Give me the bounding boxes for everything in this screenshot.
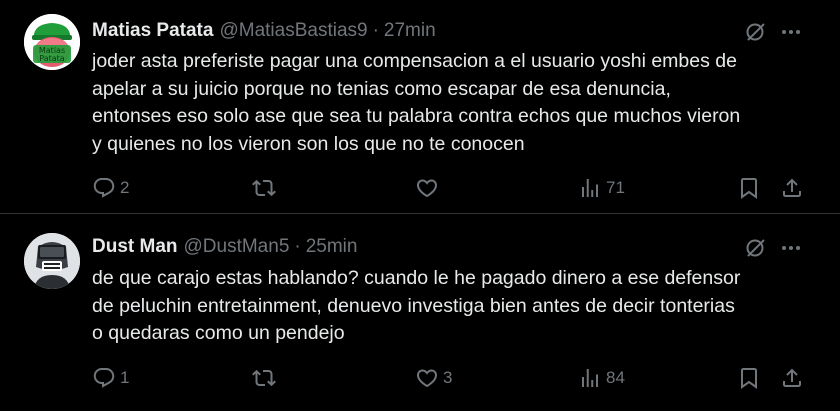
tweet-text-line: de que carajo estas hablando? cuando le …: [92, 267, 741, 289]
like-icon: [416, 369, 438, 388]
reply-icon: [93, 178, 115, 198]
display-name[interactable]: Dust Man: [92, 236, 178, 258]
views-count: 71: [606, 178, 625, 197]
views-icon: [582, 179, 598, 197]
like-count: 3: [443, 368, 453, 387]
user-handle[interactable]: @MatiasBastias9: [219, 20, 367, 42]
tweet-header: Matias Patata @MatiasBastias9 · 27min: [92, 19, 436, 43]
bookmark-icon: [741, 178, 757, 199]
tweet-text-line: entonses eso solo ase que sea tu palabra…: [92, 105, 741, 127]
bookmark-button[interactable]: [737, 366, 761, 390]
retweet-button[interactable]: [252, 366, 280, 390]
tweet-text-line: de peluchin entretainment, denuevo inves…: [92, 294, 735, 317]
separator: ·: [372, 20, 379, 41]
views-count: 84: [606, 368, 625, 387]
more-icon[interactable]: [778, 236, 804, 260]
tweet-text: joder asta preferiste pagar una compensa…: [92, 48, 812, 158]
tweet-header: Dust Man @DustMan5 · 25min: [92, 235, 357, 259]
grok-icon[interactable]: [744, 20, 768, 44]
like-button[interactable]: [415, 176, 443, 200]
like-icon: [416, 179, 438, 198]
reply-button[interactable]: 1: [92, 366, 129, 390]
reply-count: 1: [120, 368, 130, 387]
action-bar: 2 71: [92, 176, 812, 200]
reply-button[interactable]: 2: [92, 176, 129, 200]
like-button[interactable]: 3: [415, 366, 452, 390]
grok-icon[interactable]: [744, 236, 768, 260]
tweet-text: de que carajo estas hablando? cuando le …: [92, 265, 812, 348]
views-button[interactable]: 84: [578, 366, 625, 390]
more-icon[interactable]: [778, 20, 804, 44]
retweet-button[interactable]: [252, 176, 280, 200]
bookmark-icon: [741, 368, 757, 389]
avatar-image: Matias Patata: [24, 14, 80, 70]
share-button[interactable]: [780, 366, 804, 390]
views-button[interactable]: 71: [578, 176, 625, 200]
reply-count: 2: [120, 178, 130, 197]
avatar[interactable]: Matias Patata: [24, 14, 80, 70]
views-icon: [582, 369, 598, 387]
tweet-1[interactable]: Matias Patata Matias Patata @MatiasBasti…: [0, 0, 840, 213]
user-handle[interactable]: @DustMan5: [184, 236, 290, 258]
share-icon: [783, 178, 801, 197]
avatar-text-2: Patata: [39, 54, 65, 63]
share-button[interactable]: [780, 176, 804, 200]
tweet-text-line: apelar a su juicio porque no tenias como…: [92, 77, 671, 100]
bookmark-button[interactable]: [737, 176, 761, 200]
tweet-text-line: y quienes no los vieron son los que no t…: [92, 132, 525, 155]
action-bar: 1 3 84: [92, 366, 812, 390]
avatar[interactable]: [24, 233, 80, 289]
tweet-text-line: joder asta preferiste pagar una compensa…: [92, 50, 737, 72]
timestamp[interactable]: 25min: [306, 236, 358, 258]
retweet-icon: [252, 369, 276, 387]
share-icon: [783, 368, 801, 387]
reply-icon: [93, 368, 115, 388]
display-name[interactable]: Matias Patata: [92, 20, 213, 42]
avatar-image: [24, 233, 80, 289]
tweet-2[interactable]: Dust Man @DustMan5 · 25min de que carajo…: [0, 214, 840, 411]
retweet-icon: [252, 179, 276, 197]
separator: ·: [294, 236, 301, 257]
tweet-text-line: o quedaras como un pendejo: [92, 322, 345, 344]
reply-feed: Matias Patata Matias Patata @MatiasBasti…: [0, 0, 840, 411]
timestamp[interactable]: 27min: [384, 20, 436, 42]
